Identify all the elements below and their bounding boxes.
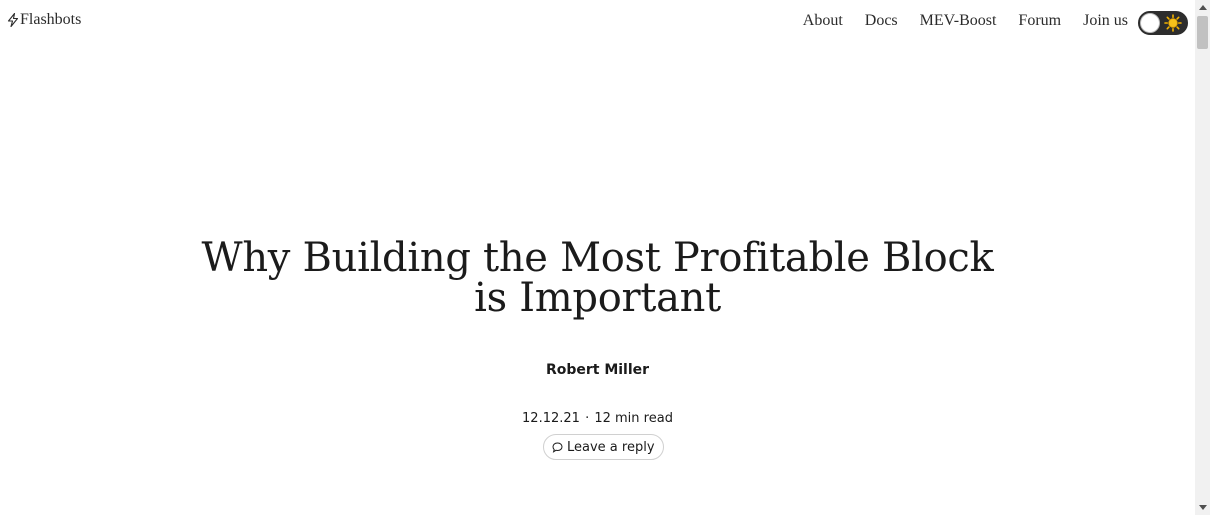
scroll-down-icon[interactable] <box>1199 505 1207 510</box>
article-title-line-2: is Important <box>474 275 721 321</box>
brand-link[interactable]: Flashbots <box>7 11 81 29</box>
theme-toggle[interactable] <box>1138 11 1188 35</box>
nav-join-us[interactable]: Join us <box>1083 12 1128 30</box>
meta-separator: · <box>585 411 590 426</box>
toggle-knob <box>1140 13 1160 33</box>
leave-reply-button[interactable]: Leave a reply <box>543 434 664 460</box>
nav-docs[interactable]: Docs <box>865 12 898 30</box>
main-nav: About Docs MEV-Boost Forum Join us <box>803 12 1128 30</box>
publish-date: 12.12.21 <box>522 411 580 426</box>
comment-icon <box>552 441 563 453</box>
scroll-thumb[interactable] <box>1197 16 1208 49</box>
article-meta: 12.12.21 · 12 min read <box>0 411 1195 426</box>
brand-name: Flashbots <box>20 11 82 28</box>
page-scrollbar[interactable] <box>1195 0 1210 515</box>
author-name: Robert Miller <box>545 362 650 378</box>
nav-mev-boost[interactable]: MEV-Boost <box>920 12 997 30</box>
read-time: 12 min read <box>594 411 673 426</box>
article-title: Why Building the Most Profitable Block i… <box>0 238 1195 318</box>
nav-about[interactable]: About <box>803 12 843 30</box>
leave-reply-label: Leave a reply <box>567 439 655 455</box>
scroll-up-icon[interactable] <box>1199 5 1207 10</box>
lightning-icon <box>7 13 19 27</box>
nav-forum[interactable]: Forum <box>1018 12 1061 30</box>
sun-icon <box>1164 14 1182 32</box>
